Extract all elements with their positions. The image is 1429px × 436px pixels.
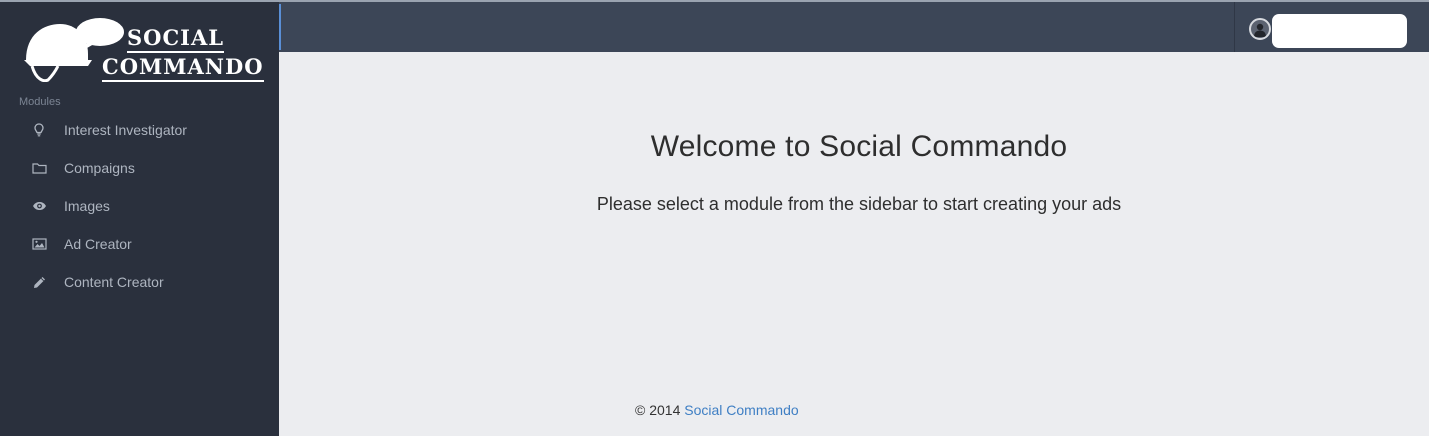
sidebar: SOCIAL COMMANDO Modules Interest Investi…: [0, 0, 279, 436]
footer-brand-link[interactable]: Social Commando: [684, 402, 798, 418]
brand-name-line2: COMMANDO: [102, 56, 264, 82]
sidebar-toggle-handle[interactable]: [279, 4, 281, 50]
picture-icon: [30, 236, 48, 252]
user-menu[interactable]: [1234, 2, 1429, 52]
eye-icon: [30, 198, 48, 214]
lightbulb-icon: [30, 122, 48, 138]
sidebar-nav: Interest Investigator Compaigns Images A…: [0, 111, 279, 301]
sidebar-item-compaigns[interactable]: Compaigns: [0, 149, 279, 187]
user-name-field[interactable]: [1272, 14, 1407, 48]
sidebar-item-label: Compaigns: [64, 160, 135, 176]
brand-name-line1: SOCIAL: [127, 27, 225, 53]
sidebar-item-ad-creator[interactable]: Ad Creator: [0, 225, 279, 263]
sidebar-item-label: Ad Creator: [64, 236, 132, 252]
footer-copyright: © 2014: [635, 402, 681, 418]
footer: © 2014 Social Commando: [635, 402, 799, 418]
app-root: SOCIAL COMMANDO Modules Interest Investi…: [0, 0, 1429, 436]
pencil-icon: [30, 274, 48, 290]
sidebar-item-images[interactable]: Images: [0, 187, 279, 225]
page-title: Welcome to Social Commando: [650, 130, 1068, 163]
modules-heading: Modules: [19, 96, 61, 108]
avatar[interactable]: [1249, 18, 1271, 40]
top-navbar: [279, 0, 1429, 52]
sidebar-item-label: Images: [64, 198, 110, 214]
brand-logo[interactable]: SOCIAL COMMANDO: [22, 16, 264, 86]
sidebar-item-content-creator[interactable]: Content Creator: [0, 263, 279, 301]
sidebar-item-interest-investigator[interactable]: Interest Investigator: [0, 111, 279, 149]
main-content: Welcome to Social Commando Please select…: [279, 52, 1429, 436]
sidebar-item-label: Content Creator: [64, 274, 164, 290]
page-subtitle: Please select a module from the sidebar …: [596, 194, 1122, 214]
sidebar-item-label: Interest Investigator: [64, 122, 187, 138]
folder-icon: [30, 160, 48, 176]
